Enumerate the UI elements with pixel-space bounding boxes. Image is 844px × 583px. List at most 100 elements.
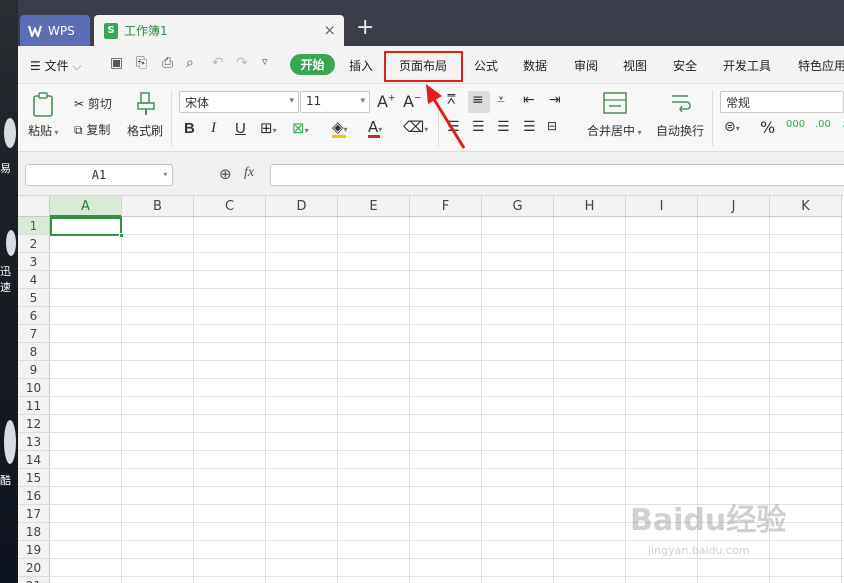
tab-special[interactable]: 特色应用 xyxy=(798,57,844,74)
row-header[interactable]: 21 xyxy=(18,577,50,583)
tab-formula[interactable]: 公式 xyxy=(474,57,498,74)
row-header[interactable]: 12 xyxy=(18,415,50,433)
increase-font-size-icon[interactable]: A+ xyxy=(377,92,396,111)
print-preview-icon[interactable]: ⌕ xyxy=(186,55,194,71)
column-header[interactable]: K xyxy=(770,196,842,217)
column-header[interactable]: D xyxy=(266,196,338,217)
thousands-separator-icon[interactable]: 000 xyxy=(786,119,805,130)
row-header[interactable]: 8 xyxy=(18,343,50,361)
row-header[interactable]: 1 xyxy=(18,217,50,235)
increase-decimal-icon[interactable]: .00 xyxy=(815,119,831,130)
format-painter-icon[interactable] xyxy=(136,92,156,116)
column-header[interactable]: B xyxy=(122,196,194,217)
desktop-icon[interactable] xyxy=(6,230,16,256)
percent-button[interactable]: % xyxy=(760,118,775,137)
align-bottom-icon[interactable]: ⩡ xyxy=(497,92,505,108)
merge-center-button[interactable]: 合并居中 ▾ xyxy=(587,122,642,139)
select-all-corner[interactable] xyxy=(18,196,50,217)
title-bar: WPS S 工作簿1 × + xyxy=(18,0,844,46)
undo-icon[interactable]: ↶ xyxy=(212,55,224,71)
fill-pattern-icon[interactable]: ⊠▾ xyxy=(292,119,309,137)
row-header[interactable]: 7 xyxy=(18,325,50,343)
row-header[interactable]: 17 xyxy=(18,505,50,523)
new-tab-button[interactable]: + xyxy=(356,15,374,40)
quick-access-dropdown-icon[interactable]: ▿ xyxy=(262,55,268,68)
row-header[interactable]: 20 xyxy=(18,559,50,577)
wrap-text-button[interactable]: 自动换行 xyxy=(656,122,704,139)
row-header[interactable]: 5 xyxy=(18,289,50,307)
align-center-icon[interactable]: ☰ xyxy=(472,119,485,135)
column-header[interactable]: F xyxy=(410,196,482,217)
align-middle-icon[interactable]: ≡ xyxy=(472,92,484,108)
tab-review[interactable]: 审阅 xyxy=(574,57,598,74)
align-right-icon[interactable]: ☰ xyxy=(497,119,510,135)
tab-insert[interactable]: 插入 xyxy=(349,57,373,74)
column-header[interactable]: E xyxy=(338,196,410,217)
print-icon[interactable]: ⎙ xyxy=(162,55,173,71)
row-header[interactable]: 6 xyxy=(18,307,50,325)
active-cell[interactable] xyxy=(50,217,124,238)
tab-start[interactable]: 开始 xyxy=(290,54,335,75)
wrap-text-icon[interactable] xyxy=(669,92,693,114)
number-format-combo[interactable]: 常规 xyxy=(720,91,844,113)
tab-view[interactable]: 视图 xyxy=(623,57,647,74)
paste-icon[interactable] xyxy=(32,92,56,118)
justify-icon[interactable]: ☰ xyxy=(523,119,536,135)
column-header[interactable]: H xyxy=(554,196,626,217)
tab-data[interactable]: 数据 xyxy=(523,57,547,74)
tab-dev-tools[interactable]: 开发工具 xyxy=(723,57,771,74)
column-header[interactable]: I xyxy=(626,196,698,217)
fill-handle[interactable] xyxy=(119,233,124,238)
currency-icon[interactable]: ⊜▾ xyxy=(724,119,740,135)
merge-center-label: 合并居中 xyxy=(587,124,636,138)
tab-security[interactable]: 安全 xyxy=(673,57,697,74)
grid-line xyxy=(193,217,194,583)
tab-workbook[interactable]: S 工作簿1 × xyxy=(94,15,344,46)
merge-center-icon[interactable] xyxy=(603,92,627,114)
column-header[interactable]: C xyxy=(194,196,266,217)
close-tab-icon[interactable]: × xyxy=(323,21,336,39)
cut-button[interactable]: ✂ 剪切 xyxy=(74,95,112,112)
row-header[interactable]: 14 xyxy=(18,451,50,469)
increase-indent-icon[interactable]: ⇥ xyxy=(549,92,561,108)
row-header[interactable]: 16 xyxy=(18,487,50,505)
paste-button[interactable]: 粘贴 ▾ xyxy=(28,122,59,139)
row-header[interactable]: 4 xyxy=(18,271,50,289)
watermark-logo: Baidu经验 xyxy=(630,503,787,538)
column-header[interactable]: A xyxy=(50,196,122,217)
row-header[interactable]: 10 xyxy=(18,379,50,397)
menu-file[interactable]: ☰ 文件 ⌵ xyxy=(30,57,82,74)
row-header[interactable]: 3 xyxy=(18,253,50,271)
desktop-icon[interactable] xyxy=(4,420,16,464)
copy-button[interactable]: ⧉ 复制 xyxy=(74,121,110,138)
decrease-indent-icon[interactable]: ⇤ xyxy=(523,92,535,108)
italic-button[interactable]: I xyxy=(211,120,216,137)
font-name-combo[interactable]: 宋体 ▾ xyxy=(179,91,299,113)
row-header[interactable]: 11 xyxy=(18,397,50,415)
zoom-lookup-icon[interactable]: ⊕ xyxy=(219,165,232,183)
tab-wps-home[interactable]: WPS xyxy=(20,15,90,46)
export-icon[interactable]: ⎘ xyxy=(136,55,147,71)
row-header[interactable]: 18 xyxy=(18,523,50,541)
row-header[interactable]: 15 xyxy=(18,469,50,487)
column-header[interactable]: G xyxy=(482,196,554,217)
fx-icon[interactable]: fx xyxy=(244,165,254,181)
format-painter-button[interactable]: 格式刷 xyxy=(127,122,163,139)
font-color-icon[interactable]: A▾ xyxy=(368,118,382,136)
redo-icon[interactable]: ↷ xyxy=(236,55,248,71)
row-header[interactable]: 2 xyxy=(18,235,50,253)
underline-button[interactable]: U xyxy=(235,120,246,137)
formula-input[interactable] xyxy=(270,164,844,186)
column-header[interactable]: J xyxy=(698,196,770,217)
distribute-icon[interactable]: ⊟ xyxy=(547,119,557,133)
row-header[interactable]: 19 xyxy=(18,541,50,559)
font-size-combo[interactable]: 11 ▾ xyxy=(300,91,370,113)
fill-color-icon[interactable]: ◈▾ xyxy=(332,118,348,136)
borders-icon[interactable]: ⊞▾ xyxy=(260,119,277,137)
row-header[interactable]: 13 xyxy=(18,433,50,451)
name-box[interactable]: A1 ▾ xyxy=(25,164,173,186)
save-icon[interactable]: ▣ xyxy=(110,55,123,71)
row-header[interactable]: 9 xyxy=(18,361,50,379)
desktop-icon[interactable] xyxy=(4,118,16,148)
bold-button[interactable]: B xyxy=(184,120,195,137)
